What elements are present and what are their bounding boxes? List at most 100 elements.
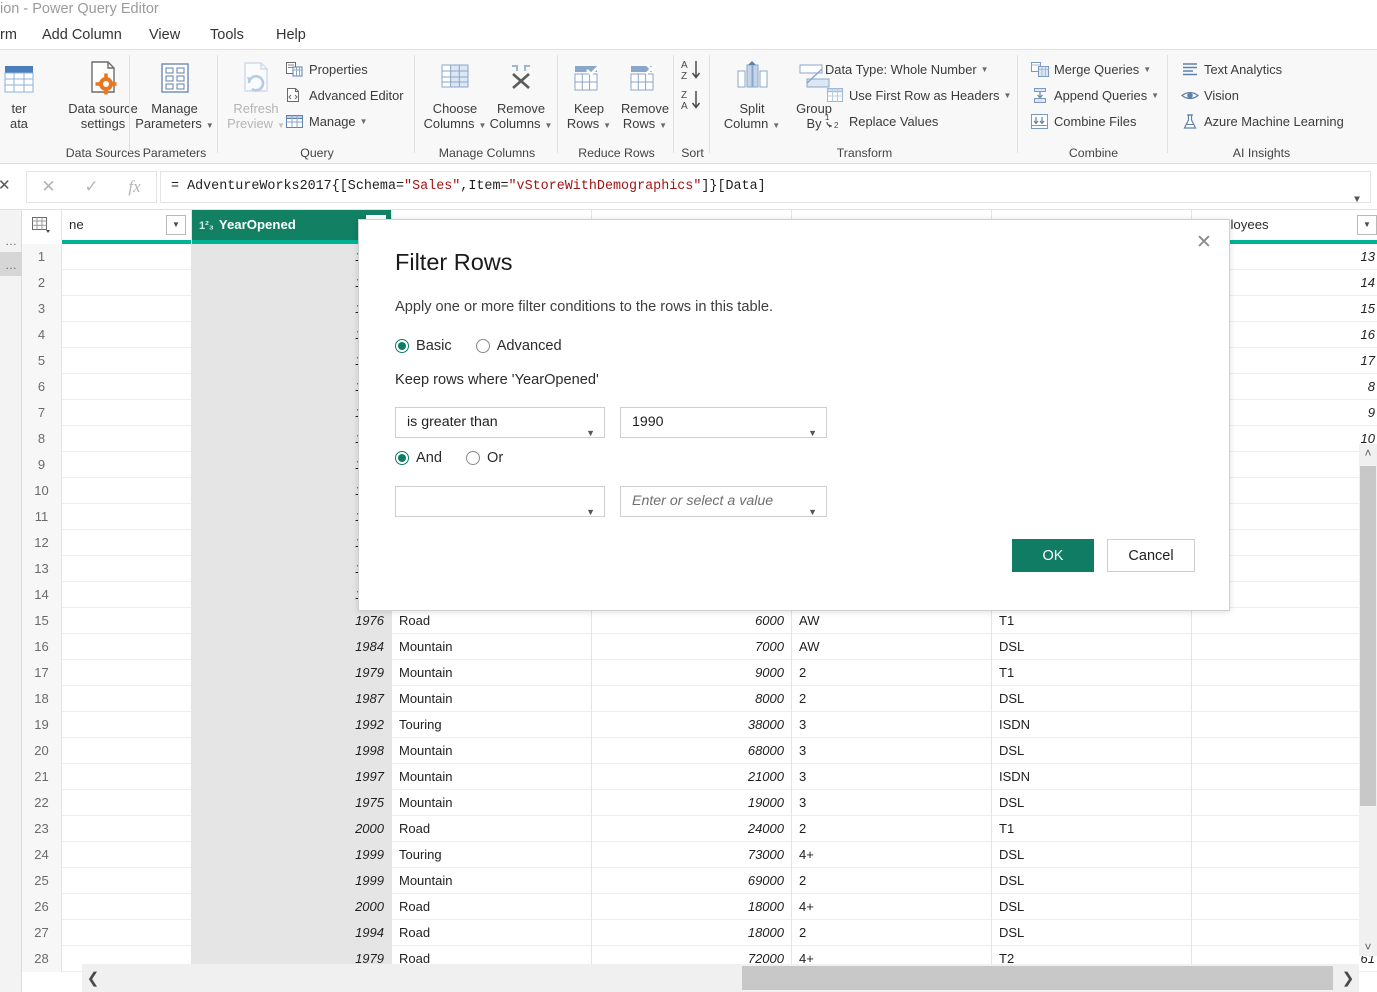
table-cell-c0[interactable] — [62, 634, 192, 660]
table-cell-c3[interactable]: 9000 — [592, 660, 792, 686]
column-header-name[interactable]: ne ▼ — [62, 210, 192, 240]
table-cell-c4[interactable]: 2 — [792, 868, 992, 894]
append-queries-button[interactable]: Append Queries ▼ — [1030, 84, 1159, 106]
advanced-editor-button[interactable]: Advanced Editor — [285, 84, 404, 106]
queries-pane-item-1[interactable]: … — [0, 228, 22, 252]
use-first-row-as-headers-button[interactable]: Use First Row as Headers ▼ — [825, 84, 1011, 106]
table-cell-c2[interactable]: Mountain — [392, 868, 592, 894]
table-cell-c4[interactable]: AW — [792, 608, 992, 634]
table-row[interactable]: 271994Road180002DSL14 — [22, 920, 1377, 946]
table-cell-emp[interactable]: 58 — [1192, 868, 1377, 894]
formula-accept-icon[interactable]: ✓ — [70, 172, 113, 202]
table-row[interactable]: 241999Touring730004+DSL55 — [22, 842, 1377, 868]
ok-button[interactable]: OK — [1012, 539, 1094, 572]
remove-rows-button[interactable]: Remove Rows▼ — [615, 54, 675, 133]
table-cell-c0[interactable] — [62, 712, 192, 738]
table-row[interactable]: 151976Road6000AWT14 — [22, 608, 1377, 634]
table-cell-emp[interactable]: 49 — [1192, 712, 1377, 738]
chevron-down-icon[interactable]: ▼ — [478, 121, 486, 130]
table-cell-c2[interactable]: Mountain — [392, 764, 592, 790]
table-cell-c0[interactable] — [62, 296, 192, 322]
table-cell-c0[interactable] — [62, 608, 192, 634]
table-row[interactable]: 161984Mountain7000AWDSL5 — [22, 634, 1377, 660]
scroll-right-icon[interactable]: ❯ — [1337, 964, 1359, 992]
table-cell-c2[interactable]: Mountain — [392, 686, 592, 712]
column-filter-button[interactable]: ▼ — [166, 215, 186, 235]
table-cell-c2[interactable]: Touring — [392, 842, 592, 868]
table-cell-c0[interactable] — [62, 816, 192, 842]
table-cell-c5[interactable]: T1 — [992, 608, 1192, 634]
table-cell-c0[interactable] — [62, 920, 192, 946]
table-cell-year[interactable]: 2000 — [192, 816, 392, 842]
table-cell-c0[interactable] — [62, 322, 192, 348]
table-cell-c3[interactable]: 73000 — [592, 842, 792, 868]
radio-advanced[interactable]: Advanced — [476, 338, 562, 354]
chevron-down-icon[interactable]: ▼ — [603, 121, 611, 130]
table-cell-c3[interactable]: 7000 — [592, 634, 792, 660]
formula-cancel-icon[interactable]: ✕ — [27, 172, 70, 202]
table-cell-c3[interactable]: 38000 — [592, 712, 792, 738]
scroll-left-icon[interactable]: ❮ — [82, 964, 104, 992]
table-row[interactable]: 251999Mountain690002DSL58 — [22, 868, 1377, 894]
table-cell-c2[interactable]: Road — [392, 920, 592, 946]
vertical-scrollbar[interactable]: ˄ ˅ — [1359, 444, 1377, 956]
text-analytics-button[interactable]: Text Analytics — [1180, 58, 1282, 80]
table-cell-c2[interactable]: Mountain — [392, 738, 592, 764]
table-cell-year[interactable]: 1987 — [192, 686, 392, 712]
table-cell-c3[interactable]: 68000 — [592, 738, 792, 764]
table-cell-c0[interactable] — [62, 842, 192, 868]
table-cell-c2[interactable]: Mountain — [392, 660, 592, 686]
table-cell-c0[interactable] — [62, 764, 192, 790]
table-cell-c4[interactable]: 2 — [792, 920, 992, 946]
formula-input[interactable]: = AdventureWorks2017{[Schema="Sales",Ite… — [160, 171, 1371, 203]
vision-button[interactable]: Vision — [1180, 84, 1239, 106]
data-type-button[interactable]: Data Type: Whole Number ▼ — [825, 58, 989, 80]
condition2-operator-select[interactable]: ▼ — [395, 486, 605, 517]
table-cell-c5[interactable]: T1 — [992, 816, 1192, 842]
table-cell-c5[interactable]: DSL — [992, 790, 1192, 816]
chevron-down-icon[interactable]: ▼ — [659, 121, 667, 130]
fx-icon[interactable]: fx — [113, 172, 156, 202]
enter-data-button[interactable]: ter ata — [0, 54, 50, 131]
table-cell-emp[interactable]: 55 — [1192, 842, 1377, 868]
tab-add-column[interactable]: Add Column — [42, 27, 122, 43]
table-cell-c3[interactable]: 6000 — [592, 608, 792, 634]
chevron-down-icon[interactable]: ▼ — [981, 65, 989, 74]
table-cell-c3[interactable]: 19000 — [592, 790, 792, 816]
table-cell-c0[interactable] — [62, 894, 192, 920]
table-cell-c0[interactable] — [62, 400, 192, 426]
table-cell-c0[interactable] — [62, 868, 192, 894]
sort-descending-button[interactable]: Z A — [679, 88, 705, 114]
replace-values-button[interactable]: 1 2 Replace Values — [825, 110, 938, 132]
table-cell-emp[interactable]: 20 — [1192, 816, 1377, 842]
cancel-button[interactable]: Cancel — [1107, 539, 1195, 572]
table-cell-c2[interactable]: Mountain — [392, 790, 592, 816]
table-cell-c3[interactable]: 8000 — [592, 686, 792, 712]
chevron-down-icon[interactable]: ▼ — [360, 117, 368, 126]
table-cell-year[interactable]: 1984 — [192, 634, 392, 660]
vertical-scrollbar-thumb[interactable] — [1360, 466, 1376, 806]
table-cell-c5[interactable]: DSL — [992, 920, 1192, 946]
table-row[interactable]: 221975Mountain190003DSL19 — [22, 790, 1377, 816]
chevron-down-icon[interactable]: ▼ — [206, 121, 214, 130]
merge-queries-button[interactable]: Merge Queries ▼ — [1030, 58, 1151, 80]
table-cell-c4[interactable]: 3 — [792, 712, 992, 738]
table-cell-emp[interactable]: 6 — [1192, 660, 1377, 686]
table-cell-emp[interactable]: 7 — [1192, 686, 1377, 712]
table-cell-c5[interactable]: DSL — [992, 634, 1192, 660]
table-row[interactable]: 232000Road240002T120 — [22, 816, 1377, 842]
table-cell-c0[interactable] — [62, 374, 192, 400]
table-cell-c4[interactable]: 4+ — [792, 842, 992, 868]
table-cell-c3[interactable]: 24000 — [592, 816, 792, 842]
tab-view[interactable]: View — [149, 27, 180, 43]
formula-expand-icon[interactable]: ▼ — [1354, 186, 1360, 203]
table-cell-year[interactable]: 1999 — [192, 842, 392, 868]
remove-columns-button[interactable]: Remove Columns▼ — [488, 54, 554, 133]
table-cell-c0[interactable] — [62, 556, 192, 582]
condition2-value-select[interactable]: Enter or select a value ▼ — [620, 486, 827, 517]
table-cell-year[interactable]: 1994 — [192, 920, 392, 946]
table-row[interactable]: 171979Mountain90002T16 — [22, 660, 1377, 686]
chevron-down-icon[interactable]: ▼ — [808, 498, 817, 527]
query-settings-expand-icon[interactable]: ✕ — [0, 176, 11, 194]
table-cell-c0[interactable] — [62, 478, 192, 504]
